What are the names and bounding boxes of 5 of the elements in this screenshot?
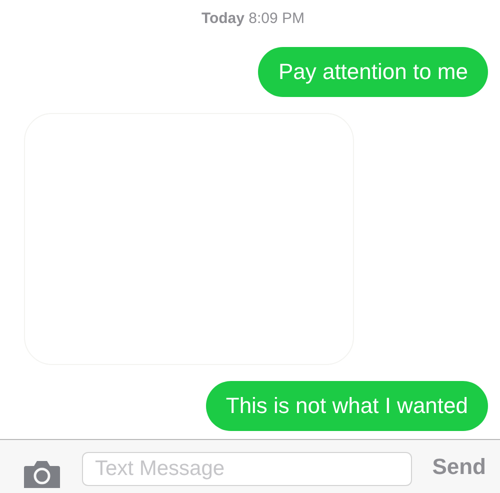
timestamp: Today 8:09 PM [200, 10, 306, 29]
message-bubble: This is not what I wanted [206, 381, 488, 431]
message-bubble: Pay attention to me [258, 47, 488, 97]
message-input[interactable]: Text Message [82, 452, 412, 486]
camera-icon[interactable] [22, 458, 62, 488]
